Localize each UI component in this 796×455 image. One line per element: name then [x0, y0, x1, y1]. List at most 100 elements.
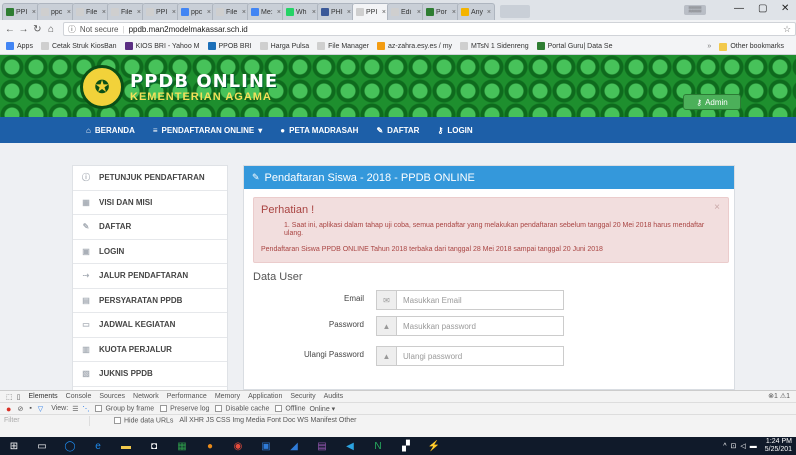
- excel-icon[interactable]: ▦: [168, 437, 196, 455]
- close-tab-icon[interactable]: ×: [67, 9, 71, 16]
- browser-tab[interactable]: File ×: [107, 3, 145, 20]
- close-tab-icon[interactable]: ×: [452, 9, 456, 16]
- close-tab-icon[interactable]: ×: [207, 9, 211, 16]
- browser-tab[interactable]: ppc ×: [37, 3, 75, 20]
- close-tab-icon[interactable]: ×: [242, 9, 246, 16]
- close-tab-icon[interactable]: ×: [347, 9, 351, 16]
- sidebar-item-petunjuk-pendaftaran[interactable]: ⓘ PETUNJUK PENDAFTARAN: [73, 166, 227, 191]
- close-window-icon[interactable]: ✕: [781, 3, 789, 14]
- close-tab-icon[interactable]: ×: [382, 9, 386, 16]
- close-tab-icon[interactable]: ×: [172, 9, 176, 16]
- sidebar-item-persyaratan-ppdb[interactable]: ▤ PERSYARATAN PPDB: [73, 289, 227, 313]
- admin-button[interactable]: ⚷ Admin: [683, 94, 741, 110]
- browser-tab[interactable]: PHI ×: [317, 3, 355, 20]
- email-field[interactable]: [396, 290, 564, 310]
- devtools-tab-network[interactable]: Network: [133, 393, 159, 400]
- notification-icon[interactable]: ▬: [750, 443, 757, 450]
- browser-tab[interactable]: Wh ×: [282, 3, 320, 20]
- hide-data-urls-option[interactable]: Hide data URLs: [114, 416, 173, 424]
- inspect-icon[interactable]: ⬚: [6, 393, 13, 401]
- kemenag-logo[interactable]: ✪: [80, 65, 124, 109]
- bookmark-item[interactable]: Cetak Struk KiosBan: [40, 42, 117, 50]
- other-bookmarks[interactable]: Other bookmarks: [719, 42, 784, 51]
- taskbar-app-icon[interactable]: ▞: [392, 437, 420, 455]
- tray-chevron-icon[interactable]: ^: [723, 443, 726, 450]
- reload-icon[interactable]: ↻: [31, 24, 43, 35]
- devtools-tab-sources[interactable]: Sources: [99, 393, 125, 400]
- close-tab-icon[interactable]: ×: [417, 9, 421, 16]
- nav-beranda[interactable]: ⌂ BERANDA: [86, 126, 135, 135]
- bookmark-star-icon[interactable]: ☆: [783, 24, 791, 35]
- waterfall-icon[interactable]: ⋱: [82, 405, 89, 413]
- browser-tab[interactable]: File ×: [72, 3, 110, 20]
- maximize-icon[interactable]: ▢: [758, 3, 767, 14]
- bookmark-item[interactable]: Harga Pulsa: [259, 42, 309, 50]
- bookmark-item[interactable]: az-zahra.esy.es / my: [376, 42, 452, 50]
- sidebar-item-login[interactable]: ▣ LOGIN: [73, 240, 227, 264]
- bookmark-item[interactable]: File Manager: [317, 42, 369, 50]
- confirm-password-field[interactable]: [396, 346, 564, 366]
- clock[interactable]: 1:24 PM 5/25/201: [765, 438, 792, 454]
- paint-icon[interactable]: ●: [196, 437, 224, 455]
- devtools-tab-elements[interactable]: Elements: [28, 393, 57, 400]
- network-icon[interactable]: ⊡: [730, 442, 736, 450]
- bookmark-item[interactable]: KIOS BRI - Yahoo M: [124, 42, 200, 50]
- bookmark-item[interactable]: Portal Guru| Data Se: [536, 42, 612, 50]
- record-icon[interactable]: ●: [6, 404, 11, 414]
- devtools-tab-console[interactable]: Console: [66, 393, 92, 400]
- browser-tab[interactable]: Edi ×: [387, 3, 425, 20]
- close-tab-icon[interactable]: ×: [487, 9, 491, 16]
- info-icon[interactable]: ⓘ: [68, 24, 76, 35]
- close-alert-icon[interactable]: ×: [714, 202, 720, 213]
- nav-daftar[interactable]: ✎ DAFTAR: [376, 126, 419, 135]
- close-tab-icon[interactable]: ×: [102, 9, 106, 16]
- bookmark-item[interactable]: MTsN 1 Sidenreng: [460, 42, 529, 50]
- device-toggle-icon[interactable]: ▯: [17, 393, 21, 401]
- profile-button[interactable]: ▒▒▒: [684, 5, 706, 15]
- browser-tab[interactable]: ppc ×: [177, 3, 215, 20]
- offline-option[interactable]: Offline: [275, 404, 305, 412]
- bookmarks-overflow-icon[interactable]: »: [707, 43, 711, 50]
- sidebar-item-juknis-ppdb[interactable]: ▧ JUKNIS PPDB: [73, 362, 227, 387]
- sidebar-item-jadwal-kegiatan[interactable]: ▭ JADWAL KEGIATAN: [73, 313, 227, 338]
- devtools-tab-application[interactable]: Application: [248, 393, 282, 400]
- browser-tab[interactable]: Any ×: [457, 3, 495, 20]
- site-brand[interactable]: PPDB ONLINE KEMENTERIAN AGAMA: [130, 73, 278, 104]
- taskbar-app-icon[interactable]: ⚡: [420, 437, 448, 455]
- browser-tab[interactable]: File ×: [212, 3, 250, 20]
- close-tab-icon[interactable]: ×: [312, 9, 316, 16]
- camera-icon[interactable]: ▪: [29, 405, 31, 412]
- browser-tab[interactable]: PPI ×: [2, 3, 40, 20]
- chrome-icon[interactable]: ◉: [224, 437, 252, 455]
- back-icon[interactable]: ←: [4, 24, 16, 35]
- minimize-icon[interactable]: —: [734, 3, 744, 14]
- nav-login[interactable]: ⚷ LOGIN: [437, 126, 472, 135]
- preserve-log-option[interactable]: Preserve log: [160, 404, 209, 412]
- bookmark-item[interactable]: Apps: [6, 42, 33, 50]
- close-tab-icon[interactable]: ×: [137, 9, 141, 16]
- nav-pendaftaran-online[interactable]: ≡ PENDAFTARAN ONLINE ▾: [153, 126, 262, 135]
- close-tab-icon[interactable]: ×: [32, 9, 36, 16]
- url-text[interactable]: ppdb.man2modelmakassar.sch.id: [129, 25, 783, 34]
- taskbar-app-icon[interactable]: ▣: [252, 437, 280, 455]
- security-label[interactable]: Not secure: [80, 25, 119, 34]
- windows-start-icon[interactable]: ⊞: [0, 437, 28, 455]
- sidebar-item-kuota-perjalur[interactable]: ▥ KUOTA PERJALUR: [73, 338, 227, 362]
- forward-icon[interactable]: →: [18, 24, 30, 35]
- taskbar-app-icon[interactable]: N: [364, 437, 392, 455]
- devtools-tab-memory[interactable]: Memory: [215, 393, 240, 400]
- sidebar-item-jalur-pendaftaran[interactable]: ⇢ JALUR PENDAFTARAN: [73, 264, 227, 289]
- resource-type-filters[interactable]: All XHR JS CSS Img Media Font Doc WS Man…: [179, 417, 356, 424]
- edge-icon[interactable]: e: [84, 437, 112, 455]
- close-tab-icon[interactable]: ×: [277, 9, 281, 16]
- home-browser-icon[interactable]: ⌂: [45, 24, 57, 35]
- password-field[interactable]: [396, 316, 564, 336]
- volume-icon[interactable]: ◁: [740, 442, 745, 450]
- browser-tab[interactable]: PPI ×: [142, 3, 180, 20]
- devtools-tab-security[interactable]: Security: [290, 393, 315, 400]
- omnibox[interactable]: ⓘ Not secure | ppdb.man2modelmakassar.sc…: [62, 22, 796, 36]
- large-rows-icon[interactable]: ☰: [72, 405, 78, 413]
- browser-tab[interactable]: Por ×: [422, 3, 460, 20]
- taskbar-app-icon[interactable]: ◢: [280, 437, 308, 455]
- bookmark-item[interactable]: PPOB BRI: [207, 42, 252, 50]
